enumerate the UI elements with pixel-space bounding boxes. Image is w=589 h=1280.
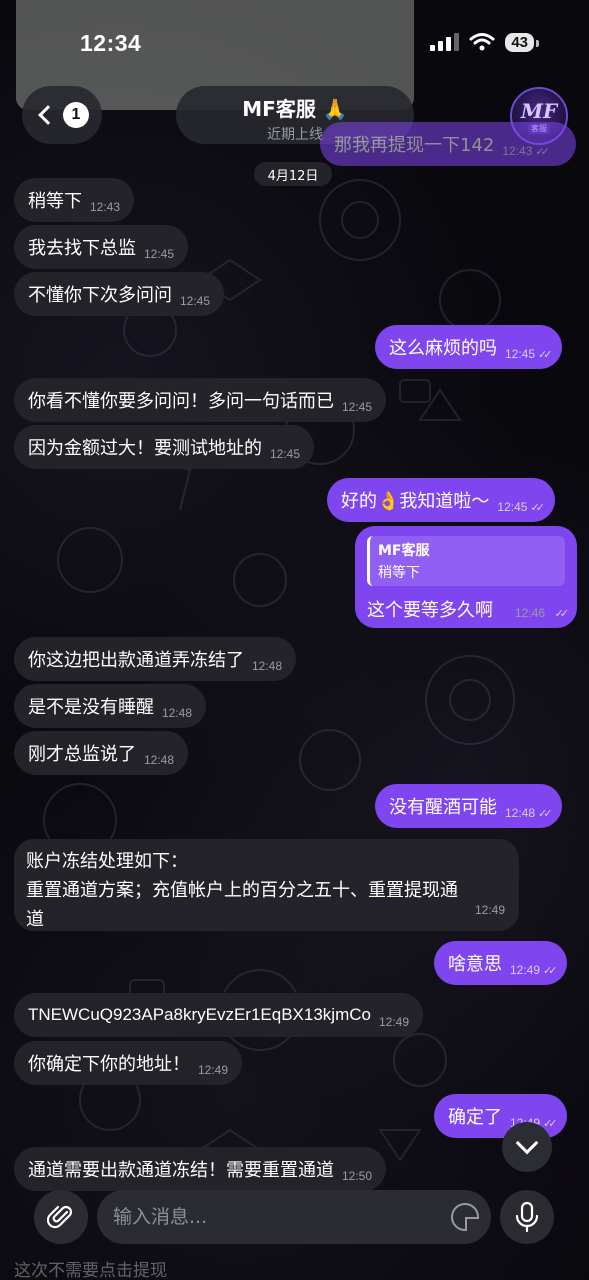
message-bubble-incoming[interactable]: 账户冻结处理如下： 重置通道方案；充值帐户上的百分之五十、重置提现通 道 12:…	[14, 839, 519, 931]
back-button[interactable]: 1	[22, 86, 102, 144]
message-time: 12:45	[342, 400, 373, 414]
message-text: TNEWCuQ923APa8kryEvzEr1EqBX13kjmCo	[28, 1005, 371, 1024]
message-bubble-outgoing[interactable]: 确定了 12:49 ✓✓	[434, 1094, 568, 1138]
signal-icon	[430, 33, 460, 51]
scroll-to-bottom-button[interactable]	[502, 1122, 552, 1172]
message-bubble-outgoing[interactable]: 没有醒酒可能 12:48 ✓✓	[375, 784, 563, 828]
message-time: 12:45	[180, 294, 211, 308]
message-text: 这么麻烦的吗	[389, 338, 497, 359]
wifi-icon	[469, 33, 495, 51]
message-time: 12:49	[198, 1063, 229, 1077]
message-bubble-incoming[interactable]: 你确定下你的地址！ 12:49	[14, 1041, 243, 1085]
sticker-icon[interactable]	[451, 1203, 479, 1231]
reply-quote-text: 稍等下	[378, 565, 420, 581]
message-time: 12:48	[144, 753, 175, 767]
message-bubble-incoming[interactable]: 你看不懂你要多问问！多问一句话而已 12:45	[14, 378, 387, 422]
message-time: 12:48	[505, 806, 536, 820]
message-bubble-outgoing[interactable]: 这么麻烦的吗 12:45 ✓✓	[375, 325, 563, 369]
message-bubble-incoming[interactable]: 你这边把出款通道弄冻结了 12:48	[14, 637, 297, 681]
message-text: 啥意思	[448, 954, 502, 975]
check-icon: ✓✓	[530, 500, 545, 514]
message-bubble-incoming[interactable]: 通道需要出款通道冻结！需要重置通道 12:50	[14, 1147, 387, 1191]
battery-icon: 43	[505, 32, 539, 52]
check-icon: ✓✓	[543, 963, 558, 977]
message-bubble-incoming[interactable]: 因为金额过大！要测试地址的 12:45	[14, 425, 315, 469]
reply-quote-sender: MF客服	[378, 543, 430, 559]
avatar-logo: MF	[520, 98, 558, 123]
reply-quote[interactable]: MF客服 稍等下	[367, 536, 565, 586]
message-text: 你这边把出款通道弄冻结了	[28, 650, 244, 671]
message-bubble-incoming[interactable]: 是不是没有睡醒 12:48	[14, 684, 207, 728]
check-icon: ✓✓	[535, 144, 550, 158]
message-input[interactable]	[113, 1190, 433, 1244]
back-chevron-icon	[38, 105, 58, 125]
voice-record-button[interactable]	[500, 1190, 554, 1244]
message-text: 是不是没有睡醒	[28, 697, 154, 718]
message-text: 你看不懂你要多问问！多问一句话而已	[28, 391, 334, 412]
message-time: 12:43	[502, 144, 533, 158]
status-icons: 43	[429, 32, 539, 52]
message-bubble-outgoing-reply[interactable]: MF客服 稍等下 这个要等多久啊 12:46 ✓✓	[355, 526, 577, 628]
message-text: 没有醒酒可能	[389, 797, 497, 818]
message-text: 因为金额过大！要测试地址的	[28, 438, 262, 459]
check-icon: ✓✓	[543, 1116, 558, 1130]
paperclip-icon	[47, 1205, 73, 1229]
message-time: 12:45	[270, 447, 301, 461]
attach-button[interactable]	[34, 1190, 88, 1244]
status-time: 12:34	[80, 30, 142, 56]
unread-badge: 1	[63, 102, 89, 128]
message-text: 你确定下你的地址！	[28, 1054, 190, 1075]
message-time: 12:45	[144, 247, 175, 261]
message-time: 12:49	[378, 1015, 409, 1029]
message-text: 那我再提现一下142	[334, 135, 495, 156]
check-icon: ✓✓	[554, 607, 570, 620]
message-text-behind-input: 这次不需要点击提现	[14, 1261, 167, 1280]
message-bubble-outgoing[interactable]: 那我再提现一下142 12:43 ✓✓	[320, 122, 576, 166]
chevron-down-icon	[515, 1131, 539, 1155]
message-text: 不懂你下次多问问	[28, 285, 172, 306]
date-separator: 4月12日	[254, 162, 332, 186]
message-text: 我去找下总监	[28, 238, 136, 259]
message-time: 12:45	[505, 347, 536, 361]
message-time: 12:48	[252, 659, 283, 673]
message-time: 12:49	[510, 963, 541, 977]
message-time: 12:50	[342, 1169, 373, 1183]
message-bubble-incoming[interactable]: 刚才总监说了 12:48	[14, 731, 189, 775]
check-icon: ✓✓	[538, 347, 553, 361]
message-input-bar[interactable]	[97, 1190, 491, 1244]
message-bubble-outgoing[interactable]: 啥意思 12:49 ✓✓	[434, 941, 568, 985]
message-time: 12:49	[474, 903, 505, 917]
message-bubble-incoming[interactable]: 稍等下 12:43	[14, 178, 135, 222]
message-time: 12:43	[90, 200, 121, 214]
message-time: 12:45	[497, 500, 528, 514]
message-bubble-outgoing[interactable]: 好的👌我知道啦～ 12:45 ✓✓	[327, 478, 555, 522]
message-bubble-incoming[interactable]: 我去找下总监 12:45	[14, 225, 189, 269]
message-text: 确定了	[448, 1107, 502, 1128]
microphone-icon	[515, 1201, 539, 1233]
chat-title: MF客服 🙏	[242, 97, 348, 121]
check-icon: ✓✓	[538, 806, 553, 820]
message-text-line: 重置通道方案；充值帐户上的百分之五十、重置提现通	[26, 880, 458, 901]
message-text: 通道需要出款通道冻结！需要重置通道	[28, 1160, 334, 1181]
message-time: 12:48	[162, 706, 193, 720]
message-time: 12:46	[514, 606, 545, 620]
message-text-line: 账户冻结处理如下：	[26, 851, 188, 872]
message-text: 稍等下	[28, 191, 82, 212]
message-bubble-incoming[interactable]: TNEWCuQ923APa8kryEvzEr1EqBX13kjmCo 12:49	[14, 993, 423, 1037]
message-text: 好的👌我知道啦～	[341, 491, 490, 512]
message-bubble-incoming[interactable]: 不懂你下次多问问 12:45	[14, 272, 225, 316]
message-text-line: 道	[26, 909, 44, 930]
message-text: 刚才总监说了	[28, 744, 136, 765]
